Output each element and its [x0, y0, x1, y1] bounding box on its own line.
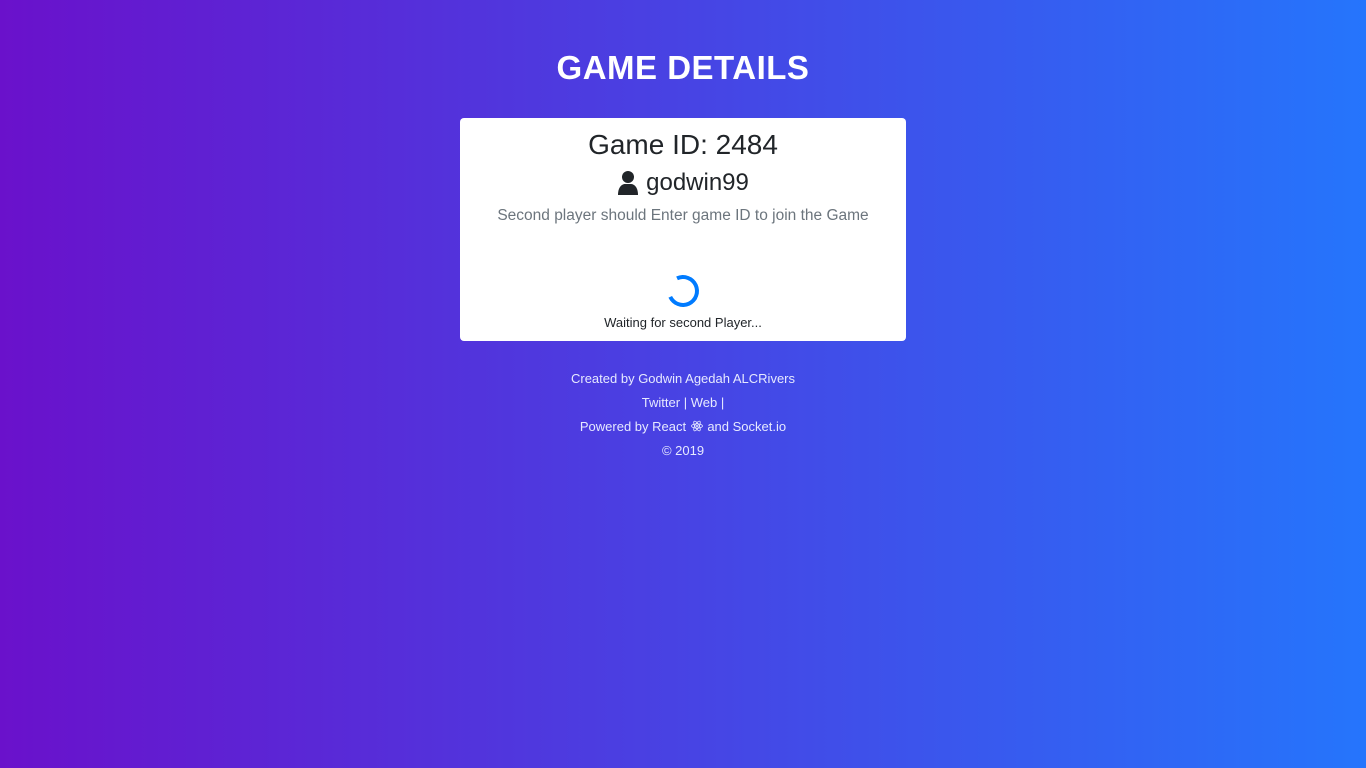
author-link[interactable]: Godwin Agedah	[638, 371, 730, 386]
footer-powered-by: Powered by React and Socket.io	[0, 416, 1366, 440]
credit-prefix: Created by	[570, 371, 639, 386]
link-separator: |	[680, 395, 691, 410]
player-username: godwin99	[646, 169, 749, 196]
join-instructions: Second player should Enter game ID to jo…	[497, 207, 869, 224]
footer-links: Twitter | Web |	[0, 392, 1366, 416]
powered-suffix: and Socket.io	[703, 419, 787, 434]
link-separator: |	[717, 395, 725, 410]
user-icon	[617, 170, 639, 196]
footer-copyright: © 2019	[661, 443, 705, 458]
react-icon	[690, 417, 703, 432]
web-link[interactable]: Web	[691, 395, 718, 410]
footer-credit: Created by Godwin Agedah ALCRivers	[0, 368, 1366, 392]
waiting-status: Waiting for second Player...	[604, 315, 762, 330]
game-id-heading: Game ID: 2484	[588, 129, 778, 160]
footer: Created by Godwin Agedah ALCRivers Twitt…	[0, 368, 1366, 464]
powered-prefix: Powered by React	[579, 419, 690, 434]
twitter-link[interactable]: Twitter	[642, 395, 680, 410]
credit-suffix: ALCRivers	[729, 371, 796, 386]
player-row: godwin99	[460, 168, 906, 198]
loading-spinner-icon	[662, 270, 704, 312]
page-title: GAME DETAILS	[556, 49, 810, 86]
game-details-card: Game ID: 2484 godwin99 Second player sho…	[460, 118, 906, 341]
